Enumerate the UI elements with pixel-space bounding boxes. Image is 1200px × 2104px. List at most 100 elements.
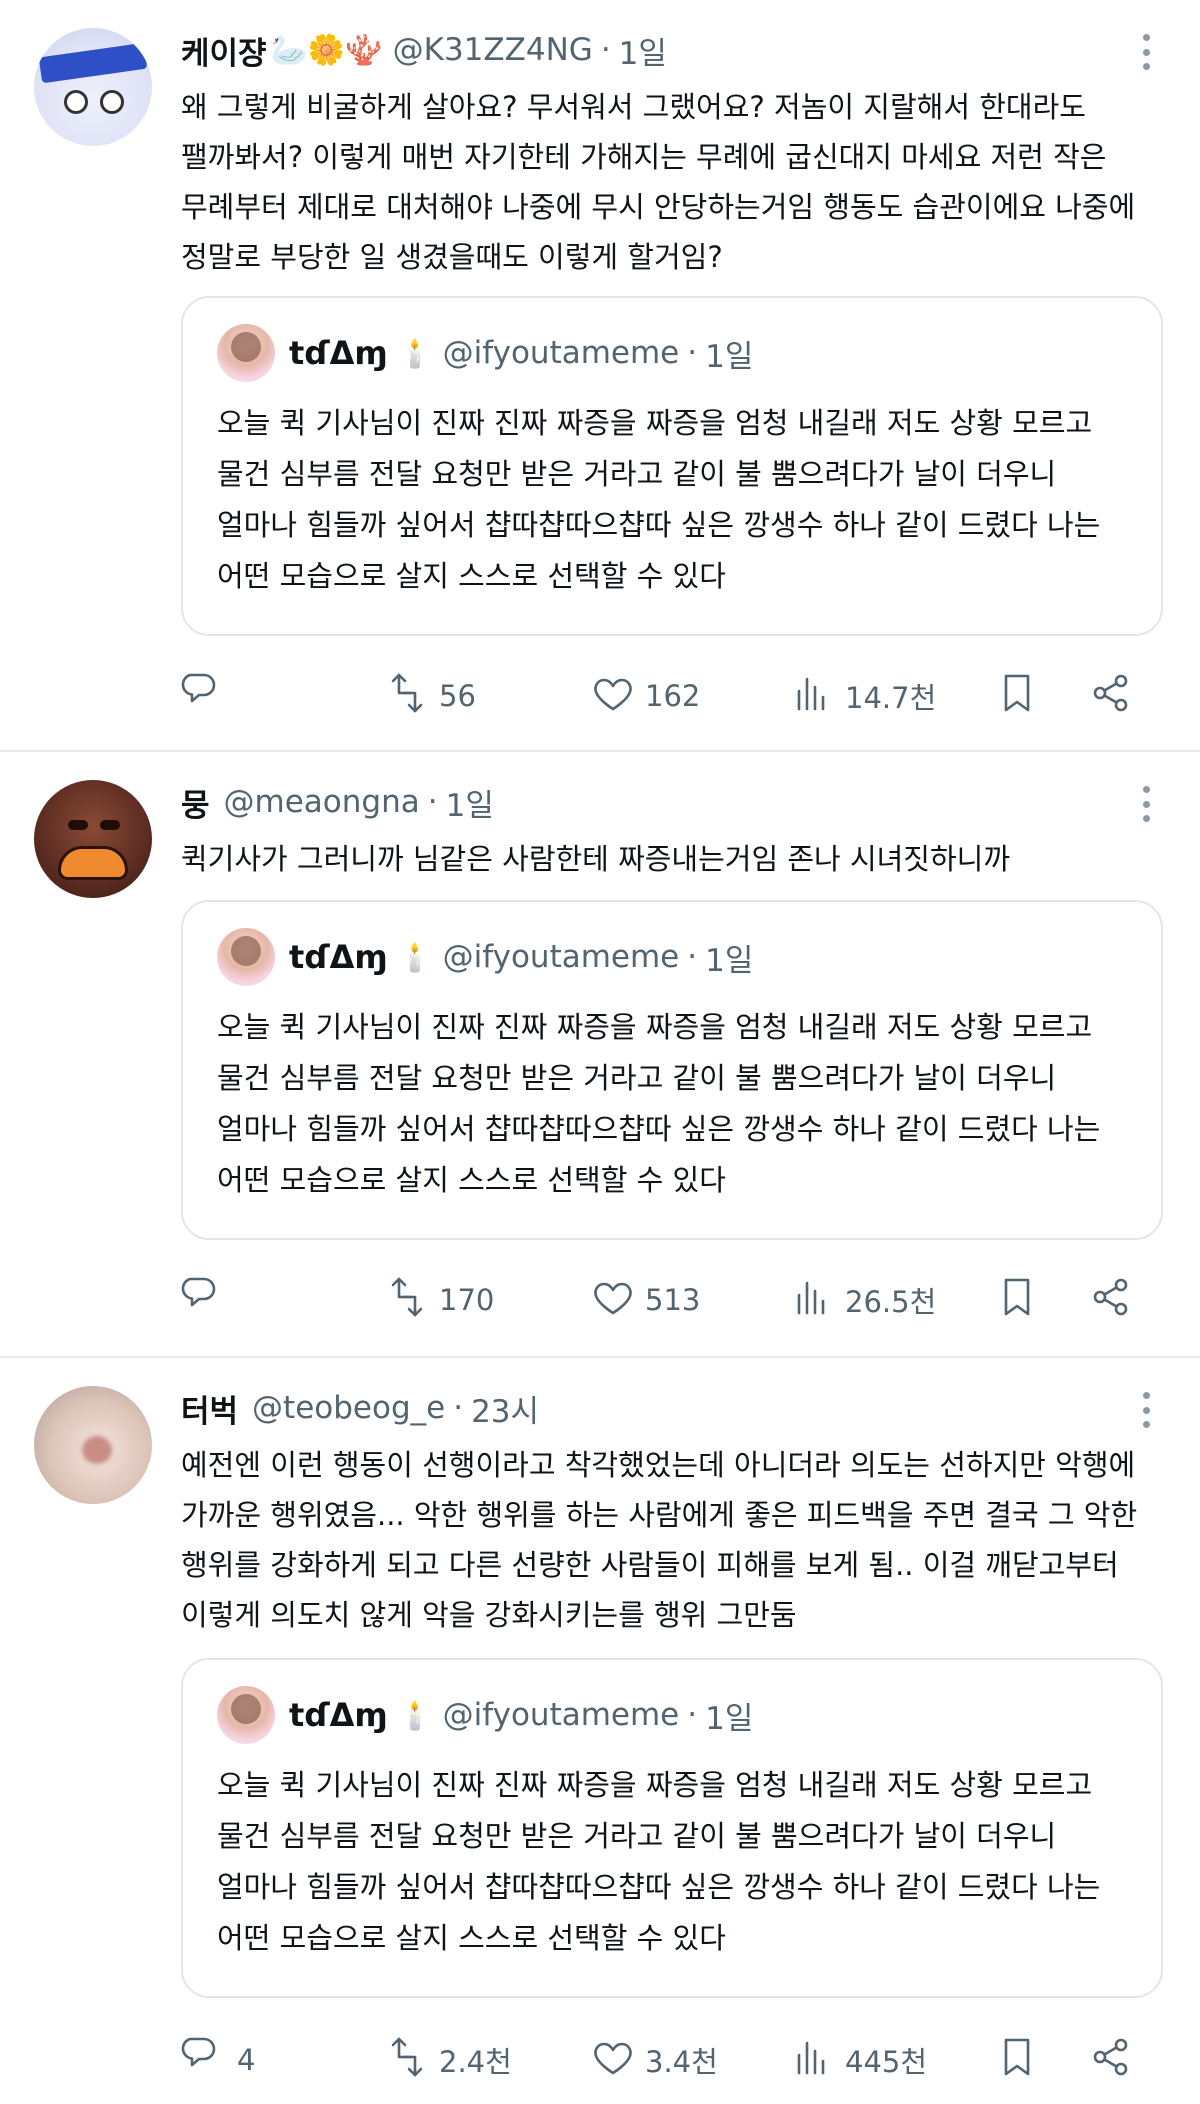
quoted-header: tɗΔɱ 🕯️ @ifyoutameme · 1일: [217, 1686, 753, 1744]
quoted-avatar: [217, 324, 275, 382]
quoted-timestamp: 1일: [705, 338, 754, 375]
share-icon: [1087, 2033, 1135, 2088]
avatar[interactable]: [34, 780, 152, 898]
view-count: 26.5천: [845, 1285, 937, 1319]
action-bar: 170 513 26.5천: [181, 1270, 1154, 1330]
retweet-icon: [383, 1273, 431, 1328]
avatar[interactable]: [34, 28, 152, 146]
view-count: 445천: [845, 2045, 928, 2079]
quoted-avatar: [217, 928, 275, 986]
bookmark-icon: [993, 2033, 1041, 2088]
display-name[interactable]: 터벅: [181, 1386, 238, 1431]
retweet-button[interactable]: 2.4천: [383, 2030, 512, 2090]
separator-dot: ·: [687, 335, 698, 371]
view-count: 14.7천: [845, 681, 937, 715]
quoted-tweet[interactable]: tɗΔɱ 🕯️ @ifyoutameme · 1일 오늘 퀵 기사님이 진짜 진…: [181, 900, 1163, 1240]
share-icon: [1087, 1273, 1135, 1328]
quoted-text: 오늘 퀵 기사님이 진짜 진짜 짜증을 짜증을 엄청 내길래 저도 상황 모르고…: [217, 1768, 1101, 1955]
username[interactable]: @K31ZZ4NG: [393, 32, 593, 68]
share-button[interactable]: [1087, 1270, 1135, 1330]
heart-icon: [589, 1273, 637, 1328]
retweet-count: 56: [439, 679, 476, 713]
tweet[interactable]: 터벅 @teobeog_e · 23시 예전엔 이런 행동이 선행이라고 착각했…: [0, 1358, 1200, 2104]
reply-feed: 케이쟝 🦢🌼🪸 @K31ZZ4NG · 1일 왜 그렇게 비굴하게 살아요? 무…: [0, 0, 1200, 2104]
quoted-username: @ifyoutameme: [442, 1697, 680, 1733]
like-button[interactable]: 3.4천: [589, 2030, 718, 2090]
retweet-button[interactable]: 170: [383, 1270, 494, 1330]
heart-icon: [589, 669, 637, 724]
quoted-timestamp: 1일: [705, 1700, 754, 1737]
tweet[interactable]: 케이쟝 🦢🌼🪸 @K31ZZ4NG · 1일 왜 그렇게 비굴하게 살아요? 무…: [0, 0, 1200, 752]
quoted-timestamp: 1일: [705, 942, 754, 979]
display-name[interactable]: 케이쟝: [181, 28, 267, 73]
reply-icon: [181, 2033, 229, 2088]
separator-dot: ·: [427, 784, 438, 820]
avatar[interactable]: [34, 1386, 152, 1504]
quoted-display-name: tɗΔɱ: [289, 938, 388, 976]
tweet-header: 터벅 @teobeog_e · 23시: [181, 1386, 539, 1430]
name-emoji: 🦢🌼🪸: [270, 32, 383, 68]
like-count: 162: [645, 679, 701, 713]
candle-emoji: 🕯️: [397, 940, 433, 974]
reply-icon: [181, 669, 229, 724]
tweet-text: 예전엔 이런 행동이 선행이라고 착각했었는데 아니더라 의도는 선하지만 악행…: [181, 1448, 1138, 1632]
share-button[interactable]: [1087, 666, 1135, 726]
bookmark-button[interactable]: [993, 666, 1041, 726]
retweet-button[interactable]: 56: [383, 666, 476, 726]
views-button[interactable]: 26.5천: [789, 1270, 936, 1330]
quoted-avatar: [217, 1686, 275, 1744]
views-button[interactable]: 14.7천: [789, 666, 936, 726]
timestamp[interactable]: 1일: [446, 780, 494, 825]
username[interactable]: @teobeog_e: [252, 1390, 445, 1426]
bookmark-button[interactable]: [993, 1270, 1041, 1330]
quoted-tweet[interactable]: tɗΔɱ 🕯️ @ifyoutameme · 1일 오늘 퀵 기사님이 진짜 진…: [181, 296, 1163, 636]
quoted-display-name: tɗΔɱ: [289, 334, 388, 372]
like-button[interactable]: 162: [589, 666, 700, 726]
views-icon: [789, 669, 837, 724]
quoted-text: 오늘 퀵 기사님이 진짜 진짜 짜증을 짜증을 엄청 내길래 저도 상황 모르고…: [217, 1010, 1101, 1197]
quoted-text: 오늘 퀵 기사님이 진짜 진짜 짜증을 짜증을 엄청 내길래 저도 상황 모르고…: [217, 406, 1101, 593]
tweet-header: 케이쟝 🦢🌼🪸 @K31ZZ4NG · 1일: [181, 28, 667, 72]
views-icon: [789, 1273, 837, 1328]
quoted-username: @ifyoutameme: [442, 335, 680, 371]
tweet-text: 퀵기사가 그러니까 님같은 사람한테 짜증내는거임 존나 시녀짓하니까: [181, 842, 1011, 876]
views-icon: [789, 2033, 837, 2088]
tweet-text: 왜 그렇게 비굴하게 살아요? 무서워서 그랬어요? 저놈이 지랄해서 한대라도…: [181, 90, 1136, 274]
separator-dot: ·: [687, 1697, 698, 1733]
share-icon: [1087, 669, 1135, 724]
tweet-header: 뭉 @meaongna · 1일: [181, 780, 494, 824]
retweet-count: 2.4천: [439, 2045, 512, 2079]
timestamp[interactable]: 23시: [471, 1386, 539, 1431]
reply-button[interactable]: 4: [181, 2030, 255, 2090]
like-count: 513: [645, 1283, 701, 1317]
timestamp[interactable]: 1일: [619, 28, 667, 73]
action-bar: 56 162 14.7천: [181, 666, 1154, 726]
like-button[interactable]: 513: [589, 1270, 700, 1330]
reply-icon: [181, 1273, 229, 1328]
reply-button[interactable]: [181, 666, 237, 726]
candle-emoji: 🕯️: [397, 1698, 433, 1732]
views-button[interactable]: 445천: [789, 2030, 927, 2090]
reply-button[interactable]: [181, 1270, 237, 1330]
quoted-header: tɗΔɱ 🕯️ @ifyoutameme · 1일: [217, 928, 753, 986]
retweet-icon: [383, 2033, 431, 2088]
username[interactable]: @meaongna: [224, 784, 420, 820]
retweet-count: 170: [439, 1283, 495, 1317]
more-options-icon[interactable]: [1140, 1392, 1152, 1428]
bookmark-icon: [993, 669, 1041, 724]
bookmark-icon: [993, 1273, 1041, 1328]
heart-icon: [589, 2033, 637, 2088]
quoted-tweet[interactable]: tɗΔɱ 🕯️ @ifyoutameme · 1일 오늘 퀵 기사님이 진짜 진…: [181, 1658, 1163, 1998]
quoted-display-name: tɗΔɱ: [289, 1696, 388, 1734]
tweet[interactable]: 뭉 @meaongna · 1일 퀵기사가 그러니까 님같은 사람한테 짜증내는…: [0, 752, 1200, 1358]
reply-count: 4: [237, 2043, 256, 2077]
more-options-icon[interactable]: [1140, 786, 1152, 822]
candle-emoji: 🕯️: [397, 336, 433, 370]
display-name[interactable]: 뭉: [181, 780, 210, 825]
bookmark-button[interactable]: [993, 2030, 1041, 2090]
separator-dot: ·: [687, 939, 698, 975]
more-options-icon[interactable]: [1140, 34, 1152, 70]
separator-dot: ·: [453, 1390, 464, 1426]
share-button[interactable]: [1087, 2030, 1135, 2090]
quoted-header: tɗΔɱ 🕯️ @ifyoutameme · 1일: [217, 324, 753, 382]
